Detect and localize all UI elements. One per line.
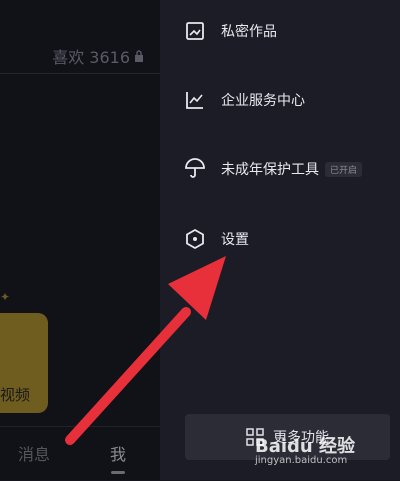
menu-label: 设置 xyxy=(221,232,249,248)
menu-label: 私密作品 xyxy=(221,24,277,40)
nav-active-indicator xyxy=(111,471,125,474)
profile-panel: 喜欢 3616 ✦ 视频 消息 我 xyxy=(0,0,160,480)
menu-item-enterprise-center[interactable]: 企业服务中心 xyxy=(184,89,305,111)
menu-item-minor-protection[interactable]: 未成年保护工具 已开启 xyxy=(184,158,363,180)
divider xyxy=(0,73,160,74)
private-works-icon xyxy=(186,22,204,40)
umbrella-icon xyxy=(185,158,205,178)
watermark-url: jingyan.baidu.com xyxy=(255,455,348,466)
nav-messages[interactable]: 消息 xyxy=(18,441,50,465)
lock-icon xyxy=(135,50,143,62)
likes-label: 喜欢 3616 xyxy=(52,48,130,67)
settings-hexagon-icon xyxy=(186,228,204,250)
video-label: 视频 xyxy=(0,386,31,404)
bottom-nav: 消息 我 xyxy=(0,426,160,481)
menu-label: 未成年保护工具 xyxy=(221,162,319,178)
status-badge: 已开启 xyxy=(325,161,363,177)
menu-item-settings[interactable]: 设置 xyxy=(184,228,249,250)
menu-label: 企业服务中心 xyxy=(221,93,305,109)
nav-me[interactable]: 我 xyxy=(110,441,126,465)
menu-item-private-works[interactable]: 私密作品 xyxy=(184,20,277,42)
star-icon: ✦ xyxy=(0,290,11,304)
chart-line-icon xyxy=(186,92,203,109)
likes-count[interactable]: 喜欢 3616 xyxy=(52,44,144,68)
side-drawer: 私密作品 企业服务中心 未成年保护工具 已开启 设置 更多功能 xyxy=(160,0,400,480)
